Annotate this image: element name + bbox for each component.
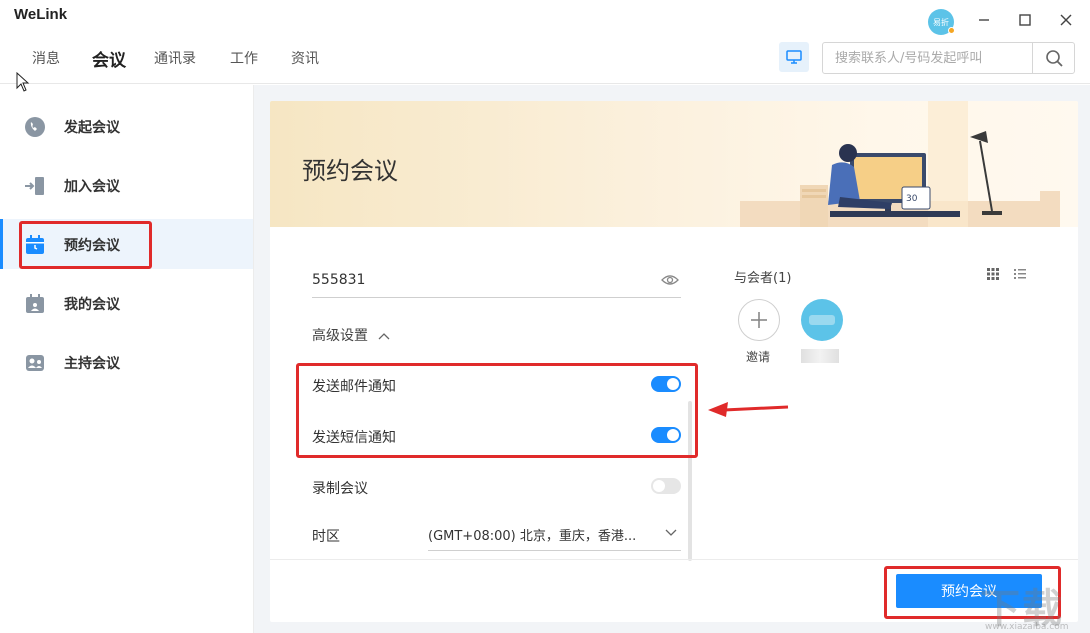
timezone-label: 时区 [312,529,340,545]
sms-notify-switch[interactable] [651,427,681,443]
record-meeting-label: 录制会议 [312,481,368,497]
top-nav: 消息 会议 通讯录 工作 资讯 [0,40,1090,84]
tab-contacts[interactable]: 通讯录 [154,48,196,68]
host-icon [26,355,44,371]
sidebar-item-label: 我的会议 [64,297,120,313]
page-title: 预约会议 [302,157,398,185]
participant-name-blurred [801,349,839,363]
tab-work[interactable]: 工作 [230,48,258,68]
tab-meetings[interactable]: 会议 [92,46,126,71]
record-meeting-switch[interactable] [651,478,681,494]
card-footer: 预约会议 [270,559,1078,622]
chevron-up-icon [378,333,390,340]
calendar-number: 30 [906,194,918,204]
sidebar: 发起会议 加入会议 预约会议 我的会议 主持会议 [0,85,254,633]
watermark-url: www.xiazaiba.com [985,622,1069,632]
sidebar-item-label: 主持会议 [64,356,120,372]
banner-illustration: 30 [740,101,1060,227]
participants-title: 与会者(1) [734,271,792,286]
password-value: 555831 [312,272,366,288]
sidebar-item-join-meeting[interactable]: 加入会议 [0,160,253,210]
avatar-blur [809,315,835,325]
sidebar-item-host-meeting[interactable]: 主持会议 [0,337,253,387]
eye-icon[interactable] [661,274,679,286]
password-field[interactable]: 555831 [312,268,681,298]
grid-view-icon[interactable] [986,267,1000,281]
join-icon [25,177,44,195]
plus-icon [751,312,767,328]
maximize-icon [1019,14,1031,26]
tab-messages[interactable]: 消息 [32,48,60,68]
avatar-text: 易折 [933,17,949,27]
search-box [822,42,1075,74]
sidebar-item-label: 加入会议 [64,179,120,195]
chevron-down-icon [665,529,677,536]
search-button[interactable] [1032,43,1074,73]
timezone-row: 时区 (GMT+08:00) 北京，重庆，香港... [312,521,681,551]
red-arrow-icon [708,402,789,417]
record-meeting-row: 录制会议 [312,473,681,503]
tab-news[interactable]: 资讯 [291,48,319,68]
schedule-card: 预约会议 30 555831 高级设置 发送邮件通知 发送短信通知 录制会议 时… [270,101,1078,622]
sidebar-item-start-meeting[interactable]: 发起会议 [0,101,253,151]
advanced-settings-label: 高级设置 [312,328,368,344]
advanced-settings-toggle[interactable]: 高级设置 [312,325,681,345]
email-notify-label: 发送邮件通知 [312,379,396,395]
email-notify-switch[interactable] [651,376,681,392]
user-avatar[interactable]: 易折 [928,9,955,35]
phone-icon [25,117,45,137]
invite-button[interactable] [738,299,780,341]
banner: 预约会议 30 [270,101,1078,227]
sidebar-item-label: 预约会议 [64,238,120,254]
close-button[interactable] [1054,8,1078,32]
timezone-select[interactable]: (GMT+08:00) 北京，重庆，香港... [428,521,681,551]
email-notify-row: 发送邮件通知 [312,371,681,401]
participant-avatar[interactable] [801,299,843,341]
timezone-value: (GMT+08:00) 北京，重庆，香港... [428,529,637,544]
sms-notify-row: 发送短信通知 [312,422,681,452]
sidebar-item-schedule-meeting[interactable]: 预约会议 [0,219,253,269]
search-input[interactable] [823,43,1033,73]
sms-notify-label: 发送短信通知 [312,430,396,446]
search-icon [1045,50,1063,67]
monitor-icon [786,50,802,64]
calendar-icon [26,235,44,254]
invite-label: 邀请 [746,350,771,364]
close-icon [1060,14,1072,26]
minimize-button[interactable] [972,8,996,32]
status-dot [948,27,955,34]
title-bar: WeLink 易折 [0,0,1090,40]
list-view-icon[interactable] [1013,267,1027,281]
my-meeting-icon [26,294,44,313]
sidebar-item-my-meetings[interactable]: 我的会议 [0,278,253,328]
form-scrollbar[interactable] [688,401,692,561]
app-title: WeLink [14,6,68,23]
mouse-cursor-icon [16,72,30,92]
screen-share-button[interactable] [779,42,809,72]
maximize-button[interactable] [1013,8,1037,32]
minimize-icon [979,19,989,21]
sidebar-item-label: 发起会议 [64,120,120,136]
